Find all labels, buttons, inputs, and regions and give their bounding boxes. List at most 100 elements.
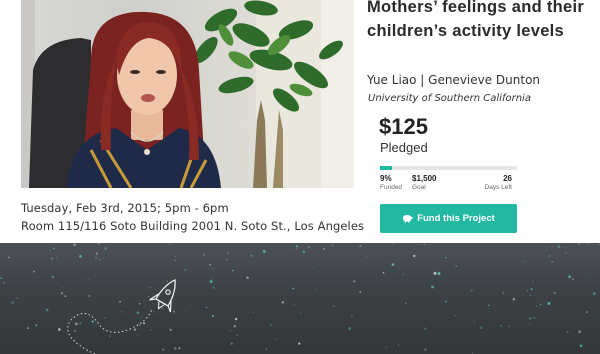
star-dot — [413, 254, 416, 258]
star-dot — [52, 276, 54, 278]
funding-progress-bar — [380, 166, 517, 170]
project-authors: Yue Liao | Genevieve Dunton — [367, 73, 541, 87]
star-dot — [547, 302, 551, 305]
star-dot — [0, 277, 2, 279]
star-dot — [539, 303, 542, 306]
star-dot — [445, 256, 447, 259]
star-dot — [87, 278, 89, 281]
funded-value: 9% — [380, 174, 392, 183]
video-thumbnail[interactable] — [21, 0, 354, 188]
star-dot — [499, 324, 503, 328]
star-dot — [174, 259, 176, 261]
star-dot — [424, 348, 427, 351]
star-dot — [532, 280, 534, 282]
star-dot — [73, 243, 76, 246]
star-dot — [178, 347, 181, 350]
star-dot — [169, 243, 172, 244]
star-dot — [3, 281, 6, 284]
star-dot — [227, 252, 230, 254]
star-dot — [99, 258, 101, 261]
star-dot — [551, 261, 554, 263]
star-dot — [473, 320, 475, 323]
star-dot — [49, 250, 51, 252]
star-dot — [298, 342, 301, 345]
star-dot — [275, 338, 277, 340]
star-dot — [586, 311, 588, 313]
star-dot — [392, 243, 394, 245]
star-dot — [402, 273, 404, 275]
funded-label: Funded — [380, 184, 403, 191]
star-dot — [74, 322, 78, 326]
star-dot — [405, 302, 407, 304]
star-dot — [121, 311, 123, 313]
star-dot — [138, 302, 141, 305]
star-dot — [16, 297, 19, 300]
star-dot — [138, 324, 141, 326]
star-dot — [211, 278, 213, 280]
star-dot — [35, 324, 38, 327]
star-dot — [291, 293, 293, 295]
star-dot — [536, 305, 537, 307]
star-dot — [137, 334, 139, 336]
star-dot — [488, 304, 490, 307]
star-dot — [233, 325, 237, 328]
star-dot — [323, 247, 326, 250]
star-dot — [331, 244, 334, 247]
star-dot — [45, 308, 49, 312]
star-dot — [209, 264, 211, 266]
star-dot — [433, 271, 437, 275]
star-dot — [526, 290, 528, 292]
star-dot — [119, 300, 121, 303]
star-dot — [529, 317, 532, 320]
star-dot — [226, 258, 228, 261]
star-dot — [91, 320, 94, 323]
star-dot — [97, 243, 100, 245]
star-dot — [405, 345, 407, 347]
star-dot — [209, 280, 213, 283]
star-dot — [548, 254, 551, 258]
starfield-banner — [0, 243, 600, 354]
star-dot — [150, 329, 152, 331]
project-affiliation: University of Southern California — [368, 93, 531, 104]
star-dot — [565, 252, 567, 254]
star-dot — [79, 322, 82, 325]
star-dot — [529, 294, 532, 296]
star-dot — [73, 329, 77, 333]
fund-project-label: Fund this Project — [417, 213, 495, 224]
star-dot — [382, 271, 385, 274]
star-dot — [262, 249, 266, 253]
star-dot — [572, 278, 574, 280]
star-dot — [79, 254, 82, 258]
star-dot — [566, 331, 569, 333]
star-dot — [592, 292, 596, 295]
fund-project-button[interactable]: Fund this Project — [380, 204, 517, 233]
star-dot — [281, 301, 284, 304]
star-dot — [148, 296, 150, 298]
star-dot — [353, 280, 356, 283]
star-dot — [246, 276, 249, 279]
star-dot — [524, 261, 525, 262]
star-dot — [169, 328, 172, 331]
star-dot — [212, 286, 216, 289]
stat-days-left: 26 Days Left — [470, 174, 512, 192]
star-dot — [530, 288, 533, 291]
star-dot — [359, 245, 362, 248]
star-dot — [479, 326, 483, 329]
star-dot — [211, 315, 214, 318]
project-title: Mothers’ feelings and their children’s a… — [367, 0, 585, 40]
star-dot — [184, 268, 187, 271]
star-dot — [175, 256, 177, 258]
star-dot — [229, 330, 231, 332]
star-dot — [250, 254, 253, 257]
star-dot — [162, 348, 164, 351]
star-dot — [359, 290, 362, 293]
star-dot — [471, 352, 474, 354]
star-dot — [598, 244, 600, 246]
star-dot — [265, 348, 268, 350]
star-dot — [307, 246, 310, 248]
star-dot — [57, 328, 61, 331]
star-dot — [350, 315, 353, 318]
star-dot — [270, 324, 272, 326]
star-dot — [423, 327, 427, 330]
days-left-value: 26 — [503, 174, 512, 183]
